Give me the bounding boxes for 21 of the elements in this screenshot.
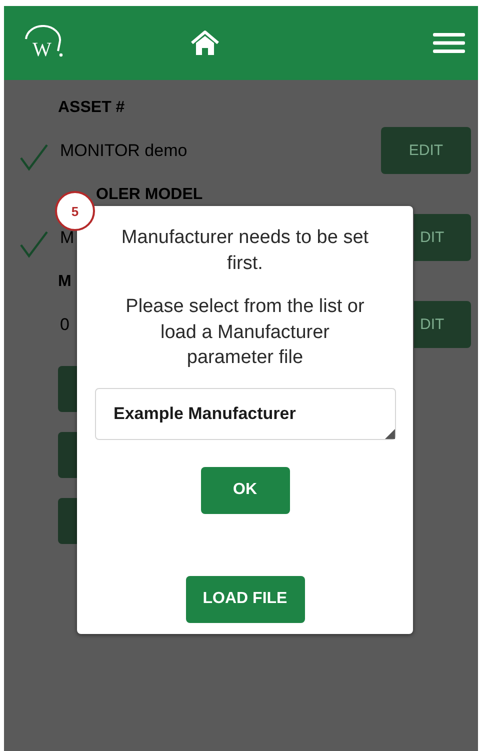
button-background xyxy=(58,366,78,412)
manufacturer-select[interactable]: Example Manufacturer xyxy=(94,388,396,440)
menu-icon[interactable] xyxy=(433,33,465,53)
field-label: ASSET # xyxy=(58,98,125,118)
home-icon[interactable] xyxy=(190,30,220,56)
field-label: M xyxy=(58,272,72,292)
dialog-button[interactable]: OK xyxy=(200,466,290,514)
check-icon xyxy=(19,142,49,170)
dialog-instruction: Please select from the list or load a Manufacturer parameter file xyxy=(124,295,366,370)
button-background xyxy=(58,498,78,544)
dialog-message: Manufacturer needs to be set first. xyxy=(120,226,370,276)
edit-button[interactable]: DIT xyxy=(414,214,471,261)
field-label: OLER MODEL xyxy=(96,185,203,205)
field-value: MONITOR demo xyxy=(60,140,188,160)
field-value: 0 xyxy=(60,314,70,334)
edit-button[interactable]: EDIT xyxy=(381,127,471,174)
dropdown-corner-icon xyxy=(384,428,394,438)
check-icon xyxy=(19,230,49,258)
button-background xyxy=(58,432,78,478)
dialog-button[interactable]: LOAD FILE xyxy=(186,576,304,622)
edit-button[interactable]: DIT xyxy=(414,301,471,348)
